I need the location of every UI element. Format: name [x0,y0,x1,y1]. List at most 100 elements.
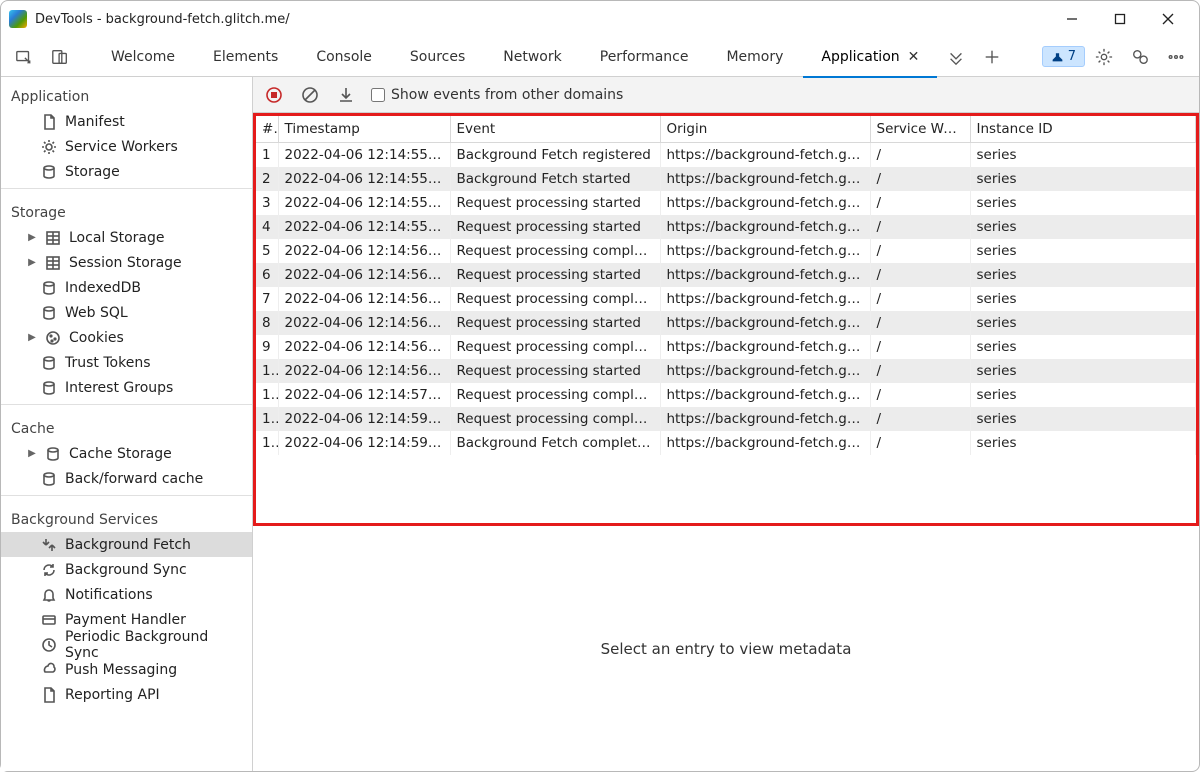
sidebar-item-local-storage[interactable]: ▶ Local Storage [1,225,252,250]
table-row[interactable]: 32022-04-06 12:14:55.1…Request processin… [256,191,1196,215]
table-row[interactable]: 1…2022-04-06 12:14:56.8…Request processi… [256,359,1196,383]
tab-elements[interactable]: Elements [195,37,296,77]
cell-ts: 2022-04-06 12:14:59.8… [278,431,450,455]
cell-id: series [970,407,1196,431]
table-row[interactable]: 1…2022-04-06 12:14:59.8…Background Fetch… [256,431,1196,455]
sidebar-item-websql[interactable]: Web SQL [1,300,252,325]
sidebar-item-cache-storage[interactable]: ▶Cache Storage [1,441,252,466]
show-other-domains-checkbox[interactable]: Show events from other domains [371,87,623,103]
tab-console[interactable]: Console [298,37,390,77]
device-toolbar-icon[interactable] [43,40,77,74]
download-button[interactable] [335,84,357,106]
checkbox-label: Show events from other domains [391,87,623,103]
inspect-icon[interactable] [7,40,41,74]
tab-performance[interactable]: Performance [582,37,707,77]
tab-welcome[interactable]: Welcome [93,37,193,77]
issues-badge[interactable]: 7 [1042,46,1085,67]
sidebar-item-notifications[interactable]: Notifications [1,582,252,607]
cell-ts: 2022-04-06 12:14:55.1… [278,167,450,191]
add-tab-icon[interactable] [975,40,1009,74]
cell-ts: 2022-04-06 12:14:56.8… [278,359,450,383]
settings-icon[interactable] [1087,40,1121,74]
sidebar-item-trust-tokens[interactable]: Trust Tokens [1,350,252,375]
table-row[interactable]: 22022-04-06 12:14:55.1…Background Fetch … [256,167,1196,191]
sidebar-item-push-messaging[interactable]: Push Messaging [1,657,252,682]
tab-application[interactable]: Application✕ [803,37,937,77]
sidebar-item-reporting-api[interactable]: Reporting API [1,682,252,707]
maximize-button[interactable] [1097,4,1143,34]
cell-sw: / [870,335,970,359]
sidebar-item-background-sync[interactable]: Background Sync [1,557,252,582]
sidebar-item-background-fetch[interactable]: Background Fetch [1,532,252,557]
section-bg-services: Background Services [1,500,252,532]
col-timestamp[interactable]: Timestamp [278,116,450,143]
cell-sw: / [870,191,970,215]
more-icon[interactable] [1159,40,1193,74]
table-row[interactable]: 52022-04-06 12:14:56.2…Request processin… [256,239,1196,263]
tree-label: Manifest [65,114,125,130]
col-service-worker[interactable]: Service Wor… [870,116,970,143]
sidebar-item-session-storage[interactable]: ▶ Session Storage [1,250,252,275]
tree-label: Local Storage [69,230,165,246]
table-row[interactable]: 1…2022-04-06 12:14:57.5…Request processi… [256,383,1196,407]
record-button[interactable] [263,84,285,106]
detail-placeholder: Select an entry to view metadata [253,526,1199,771]
show-other-domains-input[interactable] [371,88,385,102]
clear-button[interactable] [299,84,321,106]
sidebar-item-service-workers[interactable]: Service Workers [1,134,252,159]
more-tabs-icon[interactable] [939,40,973,74]
expand-icon[interactable]: ▶ [27,448,37,459]
cell-ts: 2022-04-06 12:14:56.8… [278,335,450,359]
table-row[interactable]: 82022-04-06 12:14:56.2…Request processin… [256,311,1196,335]
expand-icon[interactable]: ▶ [27,257,37,268]
tab-network[interactable]: Network [485,37,579,77]
tree-label: Interest Groups [65,380,173,396]
cell-ev: Request processing complet… [450,383,660,407]
cell-ev: Background Fetch started [450,167,660,191]
tree-label: Periodic Background Sync [65,629,246,661]
tree-label: Trust Tokens [65,355,150,371]
cell-ev: Background Fetch completed [450,431,660,455]
cell-or: https://background-fetch.gli… [660,431,870,455]
sidebar-item-manifest[interactable]: Manifest [1,109,252,134]
cell-sw: / [870,167,970,191]
table-row[interactable]: 92022-04-06 12:14:56.8…Request processin… [256,335,1196,359]
close-icon[interactable]: ✕ [908,49,920,65]
minimize-button[interactable] [1049,4,1095,34]
col-event[interactable]: Event [450,116,660,143]
expand-icon[interactable]: ▶ [27,232,37,243]
sidebar-item-storage[interactable]: Storage [1,159,252,184]
cell-or: https://background-fetch.gli… [660,167,870,191]
sidebar-item-indexeddb[interactable]: IndexedDB [1,275,252,300]
cell-sw: / [870,383,970,407]
cell-ev: Request processing complet… [450,407,660,431]
cell-or: https://background-fetch.gli… [660,383,870,407]
table-row[interactable]: 12022-04-06 12:14:55.1…Background Fetch … [256,143,1196,168]
col-instance-id[interactable]: Instance ID [970,116,1196,143]
sidebar-item-interest-groups[interactable]: Interest Groups [1,375,252,400]
sidebar-item-back-forward-cache[interactable]: Back/forward cache [1,466,252,491]
expand-icon[interactable]: ▶ [27,332,37,343]
cell-or: https://background-fetch.gli… [660,239,870,263]
tab-memory[interactable]: Memory [708,37,801,77]
table-row[interactable]: 62022-04-06 12:14:56.2…Request processin… [256,263,1196,287]
cell-ev: Request processing started [450,215,660,239]
sidebar-item-periodic-sync[interactable]: Periodic Background Sync [1,632,252,657]
table-row[interactable]: 1…2022-04-06 12:14:59.8…Request processi… [256,407,1196,431]
close-button[interactable] [1145,4,1191,34]
events-toolbar: Show events from other domains [253,77,1199,113]
feedback-icon[interactable] [1123,40,1157,74]
cell-id: series [970,263,1196,287]
tree-label: Back/forward cache [65,471,203,487]
tab-sources[interactable]: Sources [392,37,483,77]
sidebar-item-cookies[interactable]: ▶Cookies [1,325,252,350]
cell-n: 6 [256,263,278,287]
table-row[interactable]: 42022-04-06 12:14:55.2…Request processin… [256,215,1196,239]
cell-ev: Request processing started [450,263,660,287]
table-row[interactable]: 72022-04-06 12:14:56.2…Request processin… [256,287,1196,311]
cell-id: series [970,143,1196,168]
cell-sw: / [870,359,970,383]
col-num[interactable]: # [256,116,278,143]
col-origin[interactable]: Origin [660,116,870,143]
tree-label: Session Storage [69,255,182,271]
